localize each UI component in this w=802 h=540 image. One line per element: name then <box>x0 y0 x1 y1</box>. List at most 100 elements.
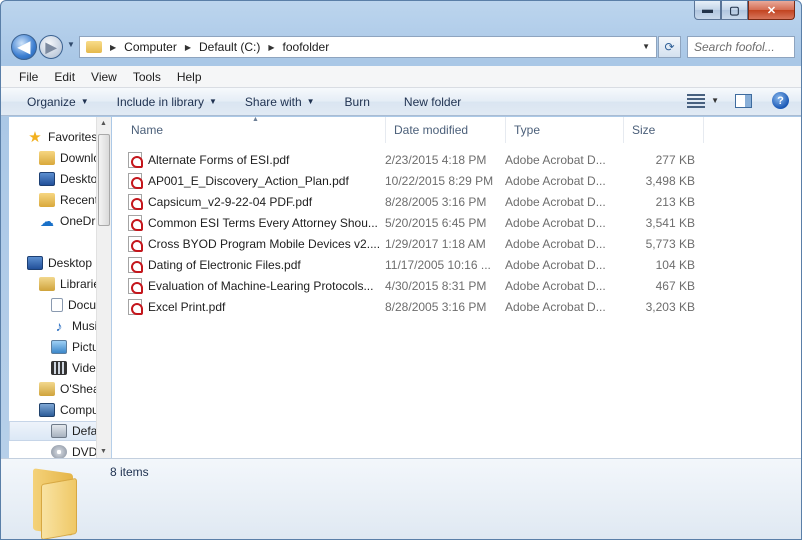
menu-file[interactable]: File <box>11 70 46 84</box>
recent-pages-dropdown[interactable]: ▼ <box>67 40 75 49</box>
scrollbar-thumb[interactable] <box>98 134 110 226</box>
menu-bar: File Edit View Tools Help <box>1 66 801 88</box>
pdf-file-icon <box>128 151 143 168</box>
refresh-icon: ⟳ <box>664 40 675 54</box>
view-options-dropdown[interactable]: ▼ <box>711 96 719 105</box>
file-row[interactable]: Cross BYOD Program Mobile Devices v2....… <box>128 233 695 254</box>
organize-button[interactable]: Organize ▼ <box>19 95 97 109</box>
refresh-button[interactable]: ⟳ <box>658 36 681 58</box>
pdf-file-icon <box>128 193 143 210</box>
file-name: Evaluation of Machine-Learing Protocols.… <box>148 278 374 293</box>
recent-places-icon <box>39 193 55 207</box>
forward-arrow-icon: ▶ <box>45 38 57 55</box>
share-with-button[interactable]: Share with ▼ <box>237 95 323 109</box>
file-date-modified: 8/28/2005 3:16 PM <box>385 299 487 314</box>
file-size: 277 KB <box>655 152 695 167</box>
navigation-scrollbar[interactable]: ▲ ▼ <box>96 117 111 458</box>
file-type: Adobe Acrobat D... <box>505 299 606 314</box>
file-type: Adobe Acrobat D... <box>505 257 606 272</box>
breadcrumb-drive[interactable]: Default (C:) ▶ <box>199 40 283 54</box>
music-icon: ♪ <box>55 318 63 334</box>
menu-tools[interactable]: Tools <box>125 70 169 84</box>
nav-default-drive[interactable]: Default (C:) <box>9 421 110 441</box>
drive-icon <box>51 424 67 438</box>
file-row[interactable]: Excel Print.pdf 8/28/2005 3:16 PM Adobe … <box>128 296 695 317</box>
file-date-modified: 8/28/2005 3:16 PM <box>385 194 487 209</box>
file-size: 3,203 KB <box>645 299 695 314</box>
address-dropdown-icon[interactable]: ▼ <box>642 42 650 51</box>
maximize-button[interactable]: ▢ <box>721 1 748 20</box>
file-row[interactable]: Alternate Forms of ESI.pdf 2/23/2015 4:1… <box>128 149 695 170</box>
folder-icon <box>31 467 91 539</box>
file-name: Alternate Forms of ESI.pdf <box>148 152 290 167</box>
file-size: 467 KB <box>655 278 695 293</box>
pdf-file-icon <box>128 277 143 294</box>
documents-icon <box>51 298 63 312</box>
file-row[interactable]: Capsicum_v2-9-22-04 PDF.pdf 8/28/2005 3:… <box>128 191 695 212</box>
change-view-icon[interactable] <box>687 93 706 108</box>
breadcrumb-foofolder[interactable]: foofolder <box>283 40 330 54</box>
sort-ascending-icon: ▲ <box>252 116 259 123</box>
menu-edit[interactable]: Edit <box>46 70 83 84</box>
file-date-modified: 1/29/2017 1:18 AM <box>385 236 486 251</box>
column-header-name[interactable]: Name ▲ <box>112 116 386 143</box>
caption-buttons: ▬ ▢ ✕ <box>694 1 795 20</box>
file-name: Excel Print.pdf <box>148 299 226 314</box>
file-row[interactable]: Common ESI Terms Every Attorney Shou... … <box>128 212 695 233</box>
computer-icon <box>39 403 55 417</box>
onedrive-icon: ☁ <box>40 212 54 229</box>
file-row[interactable]: Dating of Electronic Files.pdf 11/17/200… <box>128 254 695 275</box>
file-date-modified: 10/22/2015 8:29 PM <box>385 173 494 188</box>
include-in-library-button[interactable]: Include in library ▼ <box>109 95 225 109</box>
file-name: Capsicum_v2-9-22-04 PDF.pdf <box>148 194 313 209</box>
column-header-date-modified[interactable]: Date modified <box>386 117 506 143</box>
file-size: 213 KB <box>655 194 695 209</box>
file-row[interactable]: Evaluation of Machine-Learing Protocols.… <box>128 275 695 296</box>
burn-button[interactable]: Burn <box>337 95 378 109</box>
star-icon: ★ <box>28 129 42 146</box>
file-type: Adobe Acrobat D... <box>505 194 606 209</box>
file-list-pane: Name ▲ Date modified Type Size Alternate … <box>112 116 801 458</box>
column-header-size[interactable]: Size <box>624 117 704 143</box>
item-count: 8 items <box>110 465 149 479</box>
file-row[interactable]: AP001_E_Discovery_Action_Plan.pdf 10/22/… <box>128 170 695 191</box>
file-size: 3,498 KB <box>645 173 695 188</box>
column-header-type[interactable]: Type <box>506 117 624 143</box>
file-date-modified: 2/23/2015 4:18 PM <box>385 152 487 167</box>
breadcrumb-computer[interactable]: Computer ▶ <box>124 40 199 54</box>
file-size: 104 KB <box>655 257 695 272</box>
desktop-icon <box>27 256 43 270</box>
search-input[interactable] <box>688 37 794 57</box>
chevron-down-icon: ▼ <box>80 97 89 106</box>
file-size: 3,541 KB <box>645 215 695 230</box>
back-button[interactable]: ◀ <box>11 34 37 60</box>
search-box[interactable] <box>687 36 795 58</box>
scroll-up-arrow-icon[interactable]: ▲ <box>100 120 107 127</box>
dvd-drive-icon <box>51 445 67 458</box>
user-folder-icon <box>39 382 55 396</box>
help-icon[interactable]: ? <box>772 92 789 109</box>
minimize-button[interactable]: ▬ <box>694 1 721 20</box>
file-type: Adobe Acrobat D... <box>505 236 606 251</box>
details-pane: 8 items <box>1 458 801 539</box>
videos-icon <box>51 361 67 375</box>
back-arrow-icon: ◀ <box>17 39 31 56</box>
breadcrumb-separator[interactable]: ▶ <box>108 43 124 52</box>
scroll-down-arrow-icon[interactable]: ▼ <box>100 448 107 455</box>
file-name: Common ESI Terms Every Attorney Shou... <box>148 215 378 230</box>
address-bar[interactable]: ▶ Computer ▶ Default (C:) ▶ foofolder ▼ <box>79 36 657 58</box>
close-button[interactable]: ✕ <box>748 1 795 20</box>
pictures-icon <box>51 340 67 354</box>
pdf-file-icon <box>128 298 143 315</box>
file-date-modified: 4/30/2015 8:31 PM <box>385 278 487 293</box>
file-type: Adobe Acrobat D... <box>505 173 606 188</box>
menu-help[interactable]: Help <box>169 70 210 84</box>
desktop-icon <box>39 172 55 186</box>
explorer-window: ▬ ▢ ✕ ◀ ▶ ▼ ▶ Computer ▶ Default (C:) ▶ fo… <box>0 0 802 540</box>
pdf-file-icon <box>128 256 143 273</box>
forward-button[interactable]: ▶ <box>39 35 63 59</box>
preview-pane-icon[interactable] <box>735 93 752 108</box>
command-bar: Organize ▼ Include in library ▼ Share with… <box>1 88 801 116</box>
new-folder-button[interactable]: New folder <box>396 95 469 109</box>
menu-view[interactable]: View <box>83 70 125 84</box>
